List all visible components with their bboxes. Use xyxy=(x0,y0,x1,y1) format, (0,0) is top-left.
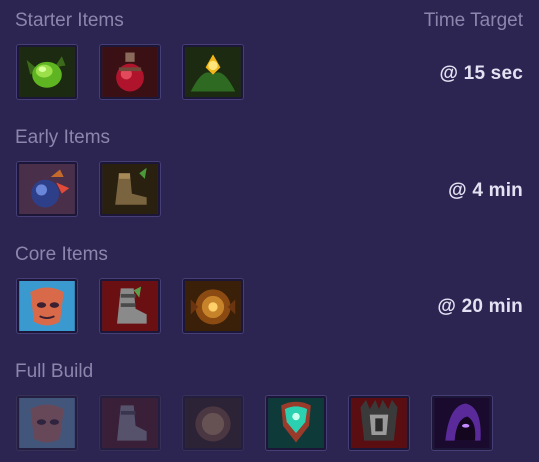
starter-items-title: Starter Items xyxy=(15,10,124,31)
core-items-title: Core Items xyxy=(15,244,108,265)
core-time-target: @ 20 min xyxy=(437,296,523,317)
time-target-title: Time Target xyxy=(423,10,523,31)
green-seed-item-icon[interactable] xyxy=(17,45,77,99)
purple-hood-item-icon[interactable] xyxy=(432,396,492,450)
early-time-target: @ 4 min xyxy=(448,180,523,201)
golden-pod-item-icon[interactable] xyxy=(183,45,243,99)
spiked-armor-item-icon[interactable] xyxy=(349,396,409,450)
early-items-title: Early Items xyxy=(15,127,111,148)
basic-boots-item-icon[interactable] xyxy=(100,162,160,216)
blue-bomb-item-icon[interactable] xyxy=(17,162,77,216)
teal-helm-item-icon[interactable] xyxy=(266,396,326,450)
masked-face-item-icon-faded[interactable] xyxy=(17,396,77,450)
masked-face-item-icon[interactable] xyxy=(17,279,77,333)
armored-boots-item-icon-faded[interactable] xyxy=(100,396,160,450)
full-build-title: Full Build xyxy=(15,361,94,382)
bronze-orb-item-icon-faded[interactable] xyxy=(183,396,243,450)
starter-time-target: @ 15 sec xyxy=(439,63,523,84)
armored-boots-item-icon[interactable] xyxy=(100,279,160,333)
bronze-orb-item-icon[interactable] xyxy=(183,279,243,333)
red-potion-item-icon[interactable] xyxy=(100,45,160,99)
